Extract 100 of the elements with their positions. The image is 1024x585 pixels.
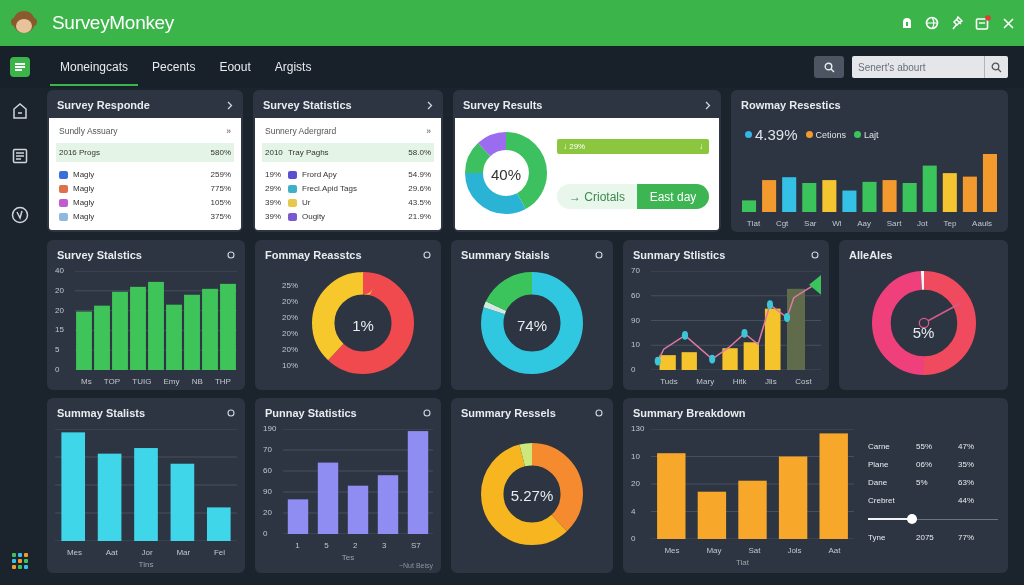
- axis-label: May: [706, 546, 722, 555]
- stat-label: Tyne: [868, 533, 887, 542]
- chart-bar: [681, 352, 697, 370]
- data-point: [741, 328, 748, 338]
- chart-bar: [764, 308, 781, 370]
- axis-tick: 10: [631, 451, 641, 462]
- circle-icon[interactable]: [595, 251, 603, 259]
- chart-bar: [659, 355, 676, 370]
- axis-title: Tiat: [735, 558, 749, 567]
- scale-label: 20%: [282, 328, 298, 338]
- nav-tab[interactable]: Argists: [264, 48, 322, 86]
- chart-bar: [902, 183, 917, 212]
- axis-tick: 90: [263, 487, 273, 497]
- donut-value: 5.27%: [510, 487, 554, 504]
- axis-label: Tlat: [746, 219, 761, 228]
- table-cell: Frord Apy: [302, 170, 337, 179]
- search-icon: [823, 61, 835, 73]
- card-title: Summary Ressels: [461, 407, 556, 419]
- segment-button[interactable]: → Criotals: [557, 184, 637, 209]
- table-cell: 580%: [210, 148, 231, 157]
- chart-bar: [942, 173, 957, 212]
- chevron-icon[interactable]: [227, 100, 233, 110]
- search-button[interactable]: [984, 56, 1008, 78]
- axis-label: Sat: [748, 546, 761, 555]
- card-title: Punnay Statistics: [265, 407, 357, 419]
- stat-value: 5%: [916, 478, 929, 487]
- more-link[interactable]: »: [226, 126, 231, 136]
- stat-label: Carne: [868, 442, 891, 451]
- axis-tick: 90: [631, 315, 641, 326]
- table-cell: Magly: [73, 184, 95, 193]
- card-title: Summary Staisls: [461, 249, 550, 261]
- axis-label: Mes: [664, 546, 680, 555]
- close-icon[interactable]: [1003, 17, 1014, 29]
- chart-bar: [317, 462, 339, 534]
- axis-tick: 70: [631, 266, 641, 276]
- table-cell: 375%: [210, 212, 231, 221]
- circle-icon[interactable]: [227, 251, 235, 259]
- search-icon: [991, 61, 1002, 73]
- chart-bar: [962, 176, 977, 212]
- axis-label: 5: [324, 541, 329, 550]
- axis-tick: 130: [631, 424, 646, 434]
- chart-bar: [743, 342, 759, 370]
- scale-label: 20%: [282, 344, 298, 354]
- data-point: [766, 300, 774, 310]
- nav-tab[interactable]: Eoout: [209, 48, 261, 86]
- house-icon[interactable]: [12, 102, 28, 120]
- document-icon[interactable]: [12, 148, 28, 164]
- axis-label: Cgt: [775, 219, 789, 228]
- globe-icon[interactable]: [925, 16, 939, 30]
- grid-icon[interactable]: [12, 553, 28, 569]
- chart-bar: [206, 507, 231, 541]
- donut-value: 74%: [517, 316, 547, 334]
- chevron-icon[interactable]: [427, 100, 433, 110]
- table-cell: 21.9%: [408, 212, 431, 221]
- table-cell-text: 19%: [265, 170, 282, 179]
- axis-label: Tuds: [660, 377, 678, 386]
- nav-tab[interactable]: Pecents: [142, 48, 206, 86]
- chevron-icon[interactable]: [705, 100, 711, 110]
- box-icon[interactable]: [975, 15, 991, 31]
- donut-value: 40%: [491, 165, 521, 183]
- circle-icon[interactable]: [595, 409, 603, 417]
- card-title: Summary Breakdown: [633, 407, 746, 419]
- table-cell: 2016 Progs: [59, 148, 100, 157]
- circle-icon[interactable]: [423, 251, 431, 259]
- card-title: Rowmay Resestics: [741, 99, 841, 111]
- scale-label: 20%: [282, 312, 298, 322]
- axis-tick: 0: [631, 534, 637, 544]
- chart-bar: [347, 485, 369, 534]
- table-cell: 29.6%: [408, 184, 431, 193]
- app-icon[interactable]: [10, 57, 30, 77]
- circle-icon[interactable]: [811, 251, 819, 259]
- chart-bar: [782, 177, 797, 212]
- axis-tick: 40: [55, 266, 65, 276]
- axis-label: Wl: [832, 219, 842, 228]
- circle-icon[interactable]: [227, 409, 235, 417]
- table-cell: 54.9%: [408, 170, 431, 179]
- pin-icon[interactable]: [951, 16, 963, 30]
- search-button[interactable]: [814, 56, 844, 78]
- table-cell: 105%: [210, 198, 231, 207]
- legend-label: Cetions: [815, 129, 847, 140]
- chart-bar: [822, 180, 837, 212]
- chart-bar: [76, 311, 92, 370]
- data-point: [709, 354, 716, 364]
- check-icon[interactable]: [11, 206, 29, 224]
- chart-bar: [922, 165, 937, 212]
- gauge-value: 5%: [912, 323, 935, 341]
- stat-value: 06%: [916, 460, 933, 469]
- more-link[interactable]: »: [426, 126, 431, 136]
- app-title: SurveyMonkey: [52, 12, 175, 34]
- data-point: [783, 313, 791, 322]
- stat-label: Crebret: [868, 496, 896, 505]
- axis-label: NB: [191, 377, 203, 386]
- chart-bar: [377, 475, 399, 534]
- chart-bar: [697, 491, 727, 539]
- nav-tab[interactable]: Moneingcats: [50, 48, 139, 86]
- donut-value: 1%: [352, 316, 374, 334]
- circle-icon[interactable]: [423, 409, 431, 417]
- axis-tick: 4: [631, 506, 637, 517]
- chart-bar: [862, 181, 877, 212]
- search-field[interactable]: Senert's abourt: [852, 56, 984, 78]
